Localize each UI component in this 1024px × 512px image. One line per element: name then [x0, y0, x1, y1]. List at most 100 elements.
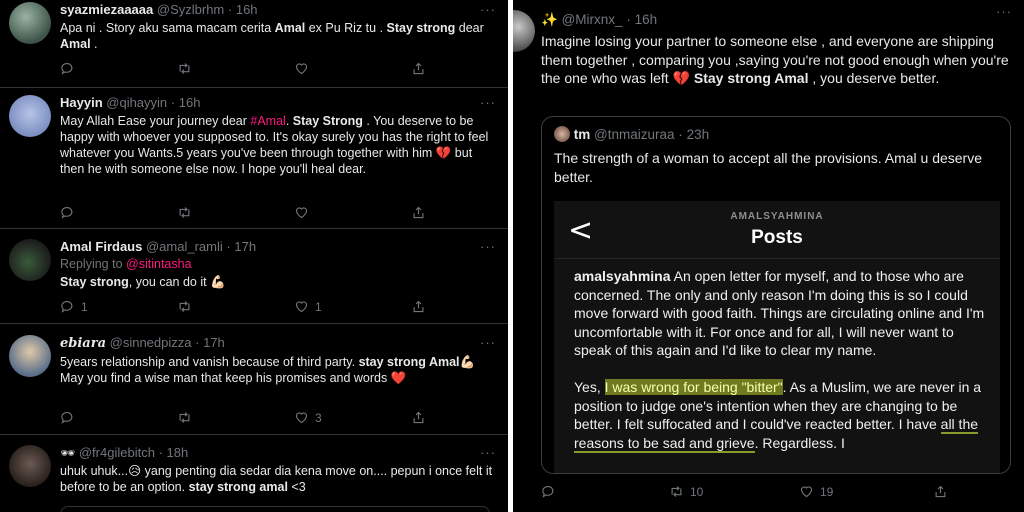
avatar[interactable] — [9, 335, 51, 377]
author-handle[interactable]: @sinnedpizza — [110, 335, 192, 350]
share-icon — [933, 484, 948, 499]
author-name[interactable]: Amal Firdaus — [60, 239, 142, 254]
author-handle[interactable]: @Mirxnx_ — [562, 12, 623, 27]
avatar[interactable] — [9, 445, 51, 487]
tweet-time[interactable]: 23h — [687, 127, 710, 142]
share-button[interactable] — [933, 484, 948, 499]
tweet-time[interactable]: 17h — [203, 335, 225, 350]
like-count: 19 — [820, 484, 834, 499]
replying-to-link[interactable]: @sitintasha — [126, 257, 192, 271]
author-handle[interactable]: @Syzlbrhm — [157, 2, 224, 17]
like-button[interactable]: 3 — [294, 410, 322, 425]
ig-header: < AMALSYAHMINA Posts — [554, 201, 1000, 259]
tweet-actions — [60, 205, 460, 221]
like-count: 1 — [315, 299, 322, 314]
like-icon — [799, 484, 814, 499]
author-name[interactable]: Hayyin — [60, 95, 103, 110]
tweet-1[interactable]: ··· syazmiezaaaaa @Syzlbrhm · 16h Apa ni… — [0, 0, 508, 88]
like-button[interactable]: 1 — [294, 299, 322, 314]
like-button[interactable] — [294, 61, 315, 76]
share-button[interactable] — [411, 299, 426, 314]
ig-account-name: AMALSYAHMINA — [730, 211, 824, 222]
author-handle[interactable]: @fr4gilebitch — [79, 445, 155, 460]
reply-icon — [60, 205, 75, 220]
glasses-icon: 🕶 — [60, 446, 76, 460]
left-feed: ··· syazmiezaaaaa @Syzlbrhm · 16h Apa ni… — [0, 0, 508, 512]
retweet-button[interactable]: 10 — [669, 484, 703, 499]
ig-caption: amalsyahmina An open letter for myself, … — [574, 268, 985, 453]
share-icon — [411, 205, 426, 220]
retweet-icon — [177, 410, 192, 425]
tweet-text: uhuk uhuk...😥 yang penting dia sedar dia… — [60, 464, 493, 494]
reply-button[interactable] — [541, 484, 562, 499]
share-icon — [411, 410, 426, 425]
author-name[interactable]: tm — [574, 127, 591, 142]
reply-icon — [60, 299, 75, 314]
author-handle[interactable]: @amal_ramli — [146, 239, 223, 254]
share-icon — [411, 299, 426, 314]
reply-button[interactable]: 1 — [60, 299, 88, 314]
avatar[interactable] — [513, 10, 535, 52]
retweet-button[interactable] — [177, 61, 198, 76]
author-handle[interactable]: @tnmaizuraa — [594, 127, 675, 142]
like-button[interactable] — [294, 205, 315, 220]
retweet-count: 10 — [690, 484, 704, 499]
retweet-button[interactable] — [177, 205, 198, 220]
like-icon — [294, 299, 309, 314]
like-icon — [294, 205, 309, 220]
tweet-4[interactable]: ··· ebiara @sinnedpizza · 17h 5years rel… — [0, 324, 508, 435]
retweet-icon — [177, 61, 192, 76]
share-button[interactable] — [411, 61, 426, 76]
tweet-actions: 3 — [60, 410, 460, 426]
reply-button[interactable] — [60, 61, 81, 76]
quoted-tweet[interactable]: tm @tnmaizuraa · 23h The strength of a w… — [541, 116, 1011, 474]
retweet-icon — [177, 205, 192, 220]
retweet-button[interactable] — [177, 299, 198, 314]
right-feed: ··· ✨ @Mirxnx_ · 16h Imagine losing your… — [513, 0, 1024, 512]
author-handle[interactable]: @qihayyin — [106, 95, 167, 110]
author-name[interactable]: syazmiezaaaaa — [60, 2, 153, 17]
ig-page-title: Posts — [751, 227, 803, 248]
tweet-text: Stay strong, you can do it 💪🏻 — [60, 275, 226, 289]
tweet-text: Imagine losing your partner to someone e… — [541, 33, 1009, 86]
like-icon — [294, 410, 309, 425]
tweet-5[interactable]: ··· 🕶 @fr4gilebitch · 18h uhuk uhuk...😥 … — [0, 435, 508, 512]
tweet-actions: 10 19 — [541, 484, 941, 500]
tweet-actions: 1 1 — [60, 299, 460, 315]
reply-button[interactable] — [60, 410, 81, 425]
tweet-time[interactable]: 18h — [167, 445, 189, 460]
tweet-time[interactable]: 17h — [234, 239, 256, 254]
reply-icon — [60, 61, 75, 76]
share-button[interactable] — [411, 205, 426, 220]
like-count: 3 — [315, 410, 322, 425]
highlighted-text: I was wrong for being "bitter" — [604, 379, 783, 395]
replying-to: Replying to @sitintasha — [60, 257, 192, 271]
hashtag-link[interactable]: #Amal — [250, 114, 285, 128]
like-button[interactable]: 19 — [799, 484, 833, 499]
retweet-button[interactable] — [177, 410, 198, 425]
share-button[interactable] — [411, 410, 426, 425]
tweet-actions — [60, 61, 460, 77]
tweet-time[interactable]: 16h — [236, 2, 258, 17]
sparkles-icon: ✨ — [541, 12, 558, 27]
ig-username: amalsyahmina — [574, 268, 671, 284]
tweet-text: 5years relationship and vanish because o… — [60, 355, 476, 385]
tweet-2[interactable]: ··· Hayyin @qihayyin · 16h May Allah Eas… — [0, 88, 508, 229]
tweet-3[interactable]: ··· Amal Firdaus @amal_ramli · 17h Reply… — [0, 229, 508, 324]
quoted-text: The strength of a woman to accept all th… — [554, 150, 983, 185]
share-icon — [411, 61, 426, 76]
avatar[interactable] — [554, 126, 570, 142]
tweet-time[interactable]: 16h — [635, 12, 658, 27]
tweet-time[interactable]: 16h — [179, 95, 201, 110]
avatar[interactable] — [9, 95, 51, 137]
reply-icon — [541, 484, 556, 499]
instagram-screenshot[interactable]: < AMALSYAHMINA Posts amalsyahmina An ope… — [554, 201, 1000, 473]
avatar[interactable] — [9, 2, 51, 44]
avatar[interactable] — [9, 239, 51, 281]
author-name[interactable]: ebiara — [60, 336, 106, 351]
next-tweet-edge — [60, 506, 490, 512]
reply-icon — [60, 410, 75, 425]
like-icon — [294, 61, 309, 76]
reply-button[interactable] — [60, 205, 81, 220]
tweet-text: May Allah Ease your journey dear #Amal. … — [60, 114, 489, 176]
